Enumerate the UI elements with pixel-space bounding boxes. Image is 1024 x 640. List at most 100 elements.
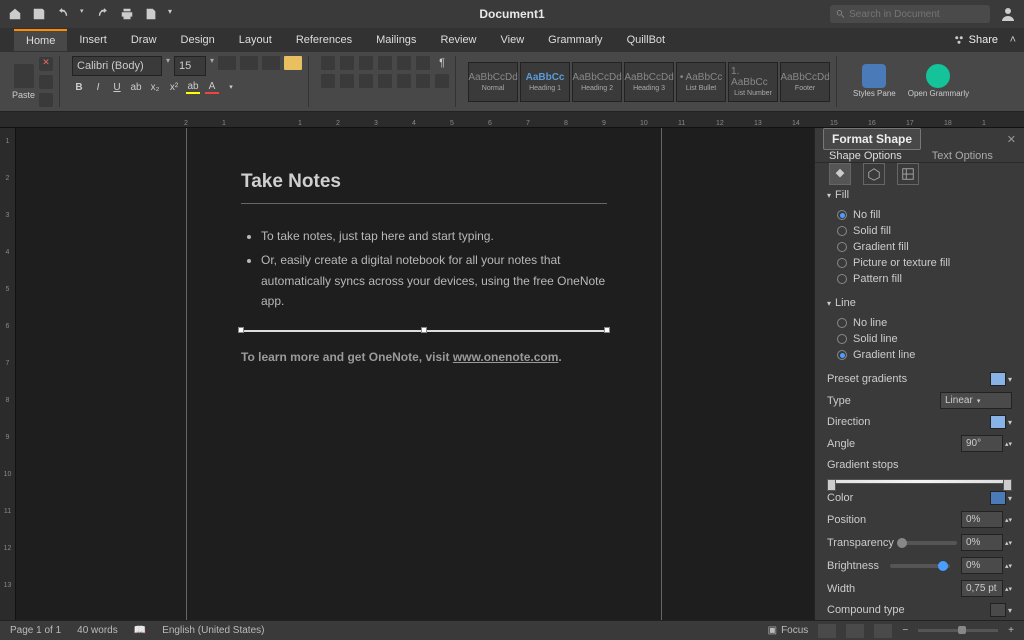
fill-option-no-fill[interactable]: No fill <box>837 207 1012 223</box>
fill-section-header[interactable]: Fill <box>815 185 1024 205</box>
zoom-slider[interactable] <box>918 629 998 632</box>
line-section-header[interactable]: Line <box>815 293 1024 313</box>
word-count[interactable]: 40 words <box>77 625 118 636</box>
style-heading-1[interactable]: AaBbCcHeading 1 <box>520 62 570 102</box>
home-icon[interactable] <box>8 7 22 21</box>
fill-option-pattern-fill[interactable]: Pattern fill <box>837 271 1012 287</box>
transparency-input[interactable] <box>961 534 1003 551</box>
undo-dropdown-icon[interactable]: ▾ <box>80 7 86 21</box>
brightness-input[interactable] <box>961 557 1003 574</box>
zoom-in-button[interactable]: + <box>1008 625 1014 636</box>
gradient-stops-slider[interactable] <box>827 479 1012 484</box>
width-stepper[interactable]: ▴▾ <box>1005 585 1012 593</box>
doc-list[interactable]: To take notes, just tap here and start t… <box>241 226 607 312</box>
shape-options-tab[interactable]: Shape Options <box>829 150 902 162</box>
align-center-button[interactable] <box>340 74 354 88</box>
superscript-button[interactable]: x² <box>167 80 181 94</box>
undo-icon[interactable] <box>56 7 70 21</box>
direction-dropdown-icon[interactable]: ▾ <box>1008 418 1012 427</box>
preset-gradients-button[interactable] <box>990 372 1006 386</box>
decrease-indent-button[interactable] <box>378 56 392 70</box>
shading-button[interactable] <box>416 74 430 88</box>
transparency-slider[interactable] <box>897 541 957 545</box>
italic-button[interactable]: I <box>91 80 105 94</box>
style-list-number[interactable]: 1. AaBbCcList Number <box>728 62 778 102</box>
brightness-slider[interactable] <box>890 564 950 568</box>
resize-handle-right[interactable] <box>604 327 610 333</box>
width-input[interactable] <box>961 580 1003 597</box>
angle-stepper[interactable]: ▴▾ <box>1005 440 1012 448</box>
gradient-stop-handle[interactable] <box>827 479 836 491</box>
multilevel-button[interactable] <box>359 56 373 70</box>
paste-button[interactable]: Paste <box>12 64 35 100</box>
fill-option-gradient-fill[interactable]: Gradient fill <box>837 239 1012 255</box>
highlight-button[interactable]: ab <box>186 80 200 94</box>
ribbon-tab-references[interactable]: References <box>284 30 364 50</box>
user-icon[interactable] <box>1000 6 1016 22</box>
styles-pane-button[interactable]: Styles Pane <box>849 64 900 99</box>
style-heading-3[interactable]: AaBbCcDdHeading 3 <box>624 62 674 102</box>
copy-icon[interactable] <box>39 75 53 89</box>
underline-button[interactable]: U <box>110 80 124 94</box>
position-stepper[interactable]: ▴▾ <box>1005 516 1012 524</box>
print-layout-button[interactable] <box>846 624 864 638</box>
fill-option-solid-fill[interactable]: Solid fill <box>837 223 1012 239</box>
line-option-solid-line[interactable]: Solid line <box>837 331 1012 347</box>
list-item[interactable]: To take notes, just tap here and start t… <box>261 226 607 246</box>
shrink-font-button[interactable] <box>240 56 258 70</box>
bold-button[interactable]: B <box>72 80 86 94</box>
ribbon-tab-mailings[interactable]: Mailings <box>364 30 428 50</box>
format-painter-icon[interactable] <box>39 93 53 107</box>
direction-button[interactable] <box>990 415 1006 429</box>
brightness-stepper[interactable]: ▴▾ <box>1005 562 1012 570</box>
grammarly-button[interactable]: Open Grammarly <box>904 64 973 99</box>
show-marks-button[interactable]: ¶ <box>435 56 449 70</box>
increase-indent-button[interactable] <box>397 56 411 70</box>
font-family-dropdown-icon[interactable]: ▾ <box>166 56 170 76</box>
remove-stop-button[interactable] <box>998 458 1012 472</box>
style-normal[interactable]: AaBbCcDdNormal <box>468 62 518 102</box>
ribbon-tab-view[interactable]: View <box>489 30 537 50</box>
ribbon-tab-design[interactable]: Design <box>169 30 227 50</box>
font-color-dropdown-icon[interactable]: ▾ <box>224 80 238 94</box>
justify-button[interactable] <box>378 74 392 88</box>
text-options-tab[interactable]: Text Options <box>932 150 993 162</box>
document-canvas[interactable]: Take Notes To take notes, just tap here … <box>16 128 814 620</box>
ribbon-tab-review[interactable]: Review <box>428 30 488 50</box>
borders-button[interactable] <box>435 74 449 88</box>
ribbon-tab-insert[interactable]: Insert <box>67 30 119 50</box>
page[interactable]: Take Notes To take notes, just tap here … <box>186 128 662 620</box>
change-case-button[interactable] <box>262 56 280 70</box>
cut-icon[interactable]: ✕ <box>39 57 53 71</box>
spellcheck-icon[interactable]: 📖 <box>134 625 146 636</box>
qat-dropdown-icon[interactable]: ▾ <box>168 7 176 21</box>
compound-type-button[interactable] <box>990 603 1006 617</box>
page-count[interactable]: Page 1 of 1 <box>10 625 61 636</box>
line-spacing-button[interactable] <box>397 74 411 88</box>
read-mode-button[interactable] <box>818 624 836 638</box>
subscript-button[interactable]: x₂ <box>148 80 162 94</box>
collapse-ribbon-icon[interactable]: ˄ <box>1010 34 1016 46</box>
horizontal-ruler[interactable]: 211234567891011121314151617181 <box>0 112 1024 128</box>
list-item[interactable]: Or, easily create a digital notebook for… <box>261 250 607 311</box>
style-footer[interactable]: AaBbCcDdFooter <box>780 62 830 102</box>
color-dropdown-icon[interactable]: ▾ <box>1008 494 1012 503</box>
doc-footer-text[interactable]: To learn more and get OneNote, visit www… <box>241 350 607 364</box>
resize-handle-left[interactable] <box>238 327 244 333</box>
strike-button[interactable]: ab <box>129 80 143 94</box>
font-size-select[interactable] <box>174 56 206 76</box>
add-stop-button[interactable] <box>982 458 996 472</box>
size-tab-icon[interactable] <box>897 163 919 185</box>
web-layout-button[interactable] <box>874 624 892 638</box>
color-picker-button[interactable] <box>990 491 1006 505</box>
font-size-dropdown-icon[interactable]: ▾ <box>210 56 214 76</box>
angle-input[interactable] <box>961 435 1003 452</box>
language-status[interactable]: English (United States) <box>162 625 264 636</box>
share-button[interactable]: Share <box>953 34 998 46</box>
bullets-button[interactable] <box>321 56 335 70</box>
line-option-no-line[interactable]: No line <box>837 315 1012 331</box>
selected-shape-line[interactable] <box>241 330 607 332</box>
fill-option-picture-or-texture-fill[interactable]: Picture or texture fill <box>837 255 1012 271</box>
zoom-out-button[interactable]: − <box>902 625 908 636</box>
ribbon-tab-quillbot[interactable]: QuillBot <box>615 30 678 50</box>
